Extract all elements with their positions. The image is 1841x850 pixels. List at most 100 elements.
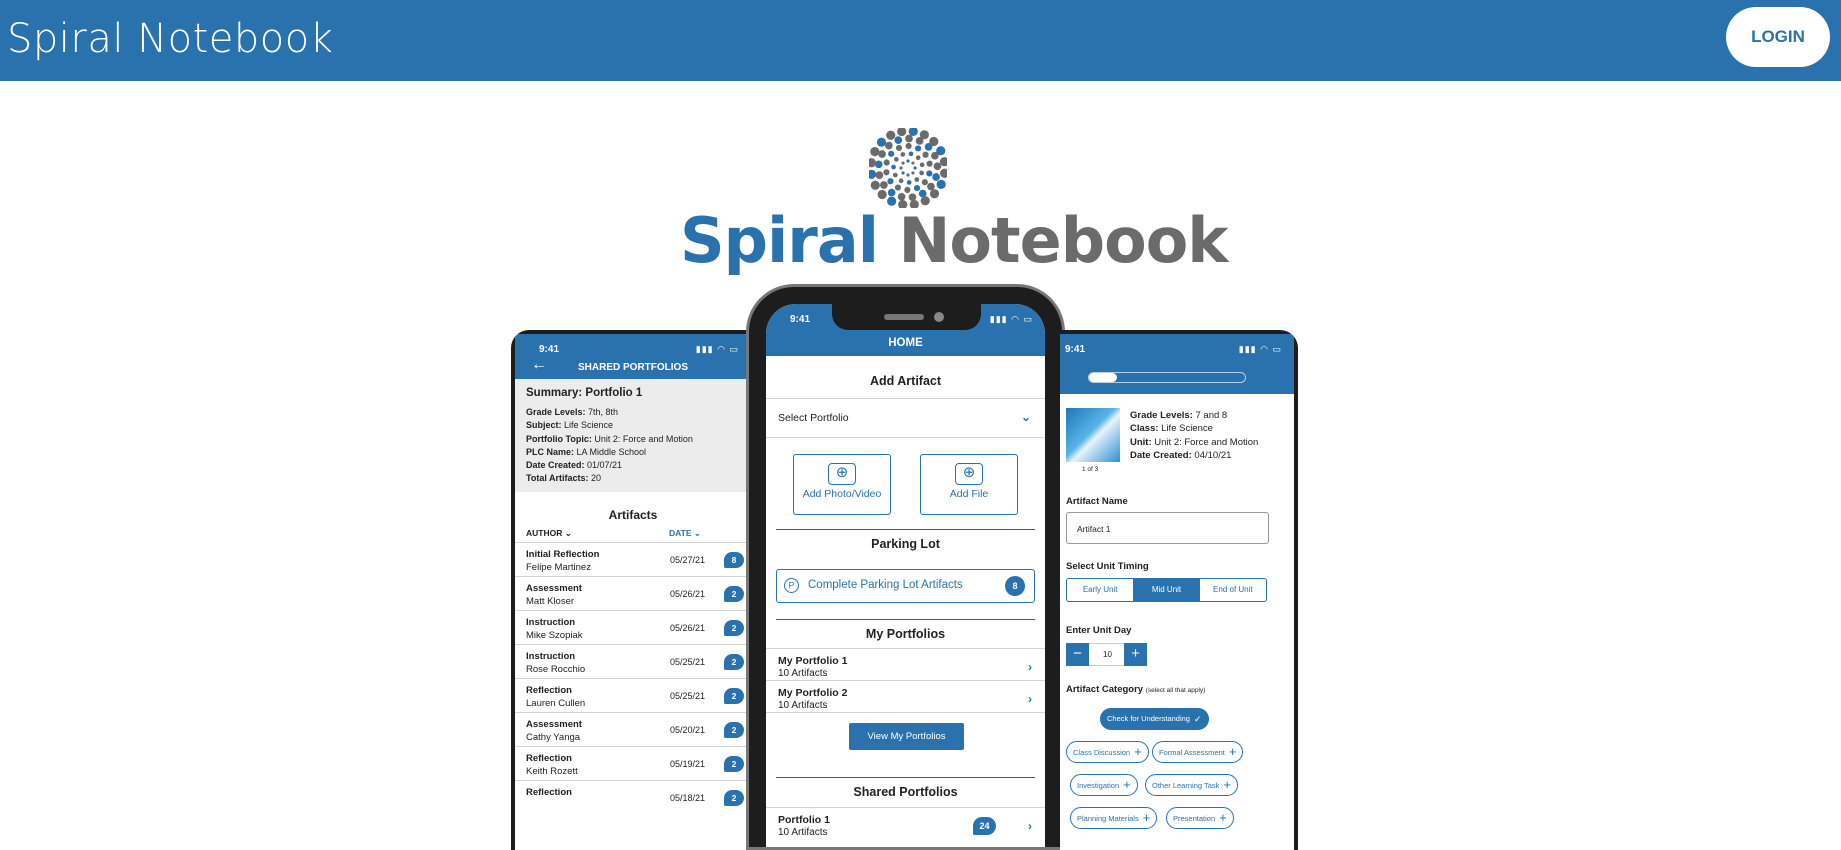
status-time: 9:41 (790, 314, 811, 325)
thumbnail-caption: 1 of 3 (1082, 466, 1099, 473)
spiral-dot (936, 179, 946, 189)
summary-line: Total Artifacts: 20 (526, 472, 740, 485)
portfolio-list-item[interactable]: My Portfolio 2 10 Artifacts › (766, 681, 1045, 719)
spiral-dot (913, 166, 917, 170)
comment-count-icon[interactable]: 2 (724, 620, 744, 636)
plus-icon: + (1134, 744, 1142, 759)
timing-option[interactable]: Mid Unit (1133, 579, 1200, 601)
meta-key: Grade Levels: (1130, 410, 1193, 421)
category-chip-label: Planning Materials (1077, 814, 1139, 823)
shared-portfolio-item[interactable]: Portfolio 1 10 Artifacts 24 › (766, 808, 1045, 846)
spiral-dot (894, 184, 902, 191)
chevron-right-icon: › (1028, 692, 1032, 706)
unit-timing-label: Select Unit Timing (1066, 561, 1149, 572)
portfolio-count: 10 Artifacts (778, 700, 828, 711)
comment-count-icon[interactable]: 2 (724, 756, 744, 772)
artifact-date: 05/26/21 (670, 589, 706, 599)
add-artifact-screen: 9:41 ▮▮▮ ◠ ▭ 1 of 3 Grade Levels: 7 and … (1060, 334, 1294, 850)
category-chip[interactable]: Other Learning Task + (1145, 774, 1238, 796)
progress-fill (1089, 373, 1118, 382)
artifact-date: 05/25/21 (670, 691, 706, 701)
category-chip[interactable]: Formal Assessment + (1152, 741, 1244, 763)
spiral-dot (921, 179, 928, 186)
plus-icon[interactable]: + (1124, 643, 1147, 666)
chevron-down-icon: ⌄ (1020, 410, 1031, 424)
view-my-portfolios-button[interactable]: View My Portfolios (849, 723, 964, 750)
category-hint: (select all that apply) (1145, 687, 1206, 694)
spiral-dot (875, 171, 884, 179)
comment-count-icon[interactable]: 2 (724, 722, 744, 738)
spiral-dot (908, 151, 914, 157)
add-file-button[interactable]: ⊕ Add File (920, 454, 1018, 515)
brand-title[interactable]: Spiral Notebook (7, 16, 333, 62)
progress-bar (1088, 372, 1246, 383)
artifact-thumbnail[interactable] (1066, 408, 1120, 462)
status-bar: 9:41 ▮▮▮ ◠ ▭ (1060, 334, 1294, 362)
comment-count-icon[interactable]: 8 (724, 552, 744, 568)
summary-value: 01/07/21 (584, 460, 623, 471)
category-chip-label: Class Discussion (1073, 748, 1131, 757)
select-portfolio-dropdown[interactable]: Select Portfolio ⌄ (766, 399, 1045, 437)
meta-value: 7 and 8 (1192, 410, 1228, 421)
artifact-name-input[interactable]: Artifact 1 (1066, 512, 1269, 544)
spiral-dot (892, 172, 898, 178)
minus-icon[interactable]: − (1066, 643, 1089, 666)
sort-date-header[interactable]: DATE ⌄ (669, 528, 701, 539)
spiral-dot (900, 152, 906, 157)
add-photo-video-button[interactable]: ⊕ Add Photo/Video (793, 454, 891, 515)
table-row[interactable]: Reflection 05/18/21 2 (515, 780, 751, 820)
chevron-down-icon: ⌄ (693, 528, 702, 538)
artifact-author: Felipe Martinez (526, 562, 591, 573)
timing-option[interactable]: End of Unit (1200, 579, 1266, 601)
unit-day-label: Enter Unit Day (1066, 625, 1132, 636)
category-chip[interactable]: Presentation + (1166, 807, 1234, 829)
status-bar: 9:41 ▮▮▮ ◠ ▭ (766, 304, 1045, 332)
category-chip-label: Other Learning Task (1152, 781, 1220, 790)
artifact-meta: Grade Levels: 7 and 8 Class: Life Science… (1130, 409, 1258, 462)
complete-parking-lot-button[interactable]: P Complete Parking Lot Artifacts 8 (776, 569, 1035, 603)
category-chip[interactable]: Planning Materials + (1070, 807, 1158, 829)
spiral-dot (876, 137, 887, 147)
summary-value: Unit 2: Force and Motion (591, 433, 693, 444)
sort-author-header[interactable]: AUTHOR ⌄ (526, 528, 572, 539)
artifact-author: Cathy Yanga (526, 732, 581, 743)
home-phone-mockup: 9:41 ▮▮▮ ◠ ▭ HOME Add Artifact Select Po… (746, 284, 1065, 850)
unit-day-value[interactable]: 10 (1090, 644, 1125, 665)
category-chip[interactable]: Class Discussion + (1066, 741, 1149, 763)
login-button[interactable]: LOGIN (1726, 7, 1830, 67)
category-chip[interactable]: Investigation + (1070, 774, 1138, 796)
artifact-type: Initial Reflection (526, 549, 600, 560)
comment-count-icon[interactable]: 2 (724, 790, 744, 806)
spiral-dot (908, 128, 918, 136)
comment-count-icon[interactable]: 2 (724, 688, 744, 704)
category-chip[interactable]: Check for Understanding ✓ (1100, 708, 1209, 730)
summary-key: Subject: (526, 420, 562, 431)
summary-key: Grade Levels: (526, 407, 586, 417)
portfolio-name: Portfolio 1 (778, 814, 830, 826)
spiral-dot (911, 171, 915, 175)
summary-line: Subject: Life Science (526, 419, 740, 432)
plus-icon: + (1228, 744, 1237, 759)
comment-count-icon[interactable]: 2 (724, 654, 744, 670)
spiral-dot (870, 147, 880, 157)
artifact-author: Mike Szopiak (526, 630, 583, 641)
timing-option[interactable]: Early Unit (1067, 579, 1133, 601)
spiral-dot (919, 170, 924, 176)
signal-battery-icon: ▮▮▮ ◠ ▭ (989, 314, 1033, 324)
shared-portfolios-screen: 9:41 ▮▮▮ ◠ ▭ ← SHARED PORTFOLIOS Summary… (515, 334, 751, 850)
spiral-dot (908, 193, 917, 202)
add-file-label: Add File (949, 488, 989, 500)
spiral-dot (913, 184, 921, 192)
summary-key: PLC Name: (526, 446, 575, 457)
plus-icon: + (1223, 777, 1231, 792)
artifact-author: Keith Rozett (526, 766, 578, 777)
artifact-author: Rose Rocchio (526, 664, 586, 675)
artifact-type: Reflection (526, 753, 572, 764)
artifact-type: Instruction (526, 617, 576, 628)
spiral-dot (936, 146, 946, 156)
spiral-dot (901, 161, 905, 165)
spiral-dot (869, 158, 876, 168)
comment-count-icon[interactable]: 2 (724, 586, 744, 602)
portfolio-count: 10 Artifacts (778, 827, 828, 838)
spiral-dot (874, 160, 883, 169)
